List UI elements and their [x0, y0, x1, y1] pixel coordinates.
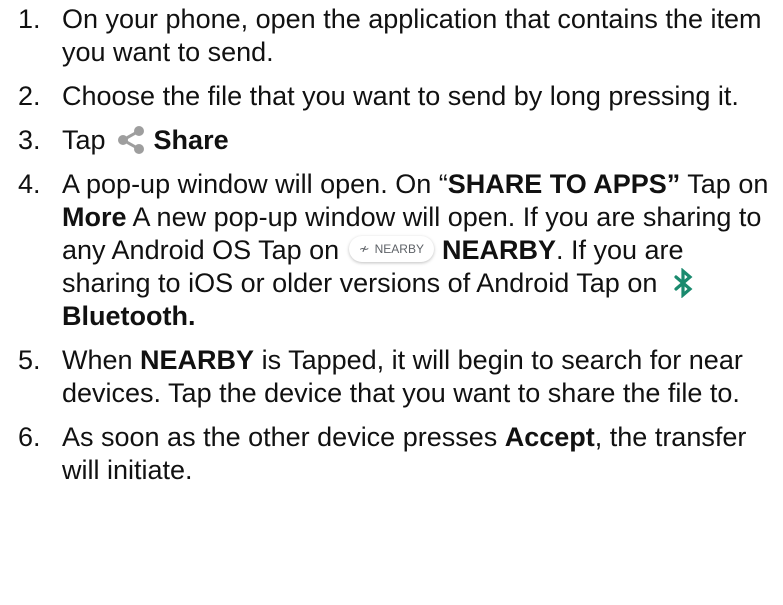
accept-label: Accept [504, 422, 595, 452]
step-number: 4. [18, 169, 41, 199]
bluetooth-icon [671, 267, 697, 299]
step-number: 6. [18, 422, 41, 452]
step-text-part: A pop-up window will open. On “ [62, 169, 448, 199]
step-text: Tap Share [62, 124, 773, 157]
step-3: 3. Tap Share [18, 124, 773, 157]
bluetooth-label: Bluetooth. [62, 301, 196, 331]
step-1: 1. On your phone, open the application t… [18, 3, 773, 69]
step-number: 5. [18, 345, 41, 375]
step-4: 4. A pop-up window will open. On “SHARE … [18, 168, 773, 333]
step-6: 6. As soon as the other device presses A… [18, 421, 773, 487]
share-label: Share [153, 125, 229, 155]
step-text-part: Tap [62, 125, 106, 155]
share-to-apps-label: SHARE TO APPS” [447, 169, 681, 199]
step-5: 5. When NEARBY is Tapped, it will begin … [18, 344, 773, 410]
nearby-label: NEARBY [441, 235, 556, 265]
nearby-chip-label: NEARBY [374, 241, 424, 256]
step-2: 2. Choose the file that you want to send… [18, 80, 773, 113]
step-text: As soon as the other device presses Acce… [62, 421, 773, 487]
step-text: On your phone, open the application that… [62, 4, 762, 67]
step-text: Choose the file that you want to send by… [62, 81, 739, 111]
step-text-part: As soon as the other device presses [62, 422, 505, 452]
instructions-document: 1. On your phone, open the application t… [0, 0, 783, 605]
more-label: More [62, 202, 127, 232]
step-text-part: When [62, 345, 141, 375]
step-text: A pop-up window will open. On “SHARE TO … [62, 168, 773, 333]
step-number: 3. [18, 125, 41, 155]
step-text: When NEARBY is Tapped, it will begin to … [62, 344, 773, 410]
step-number: 2. [18, 81, 41, 111]
nearby-icon: ≁ [358, 240, 370, 256]
step-number: 1. [18, 4, 41, 34]
nearby-chip: ≁ NEARBY [348, 235, 434, 262]
steps-list: 1. On your phone, open the application t… [18, 3, 773, 487]
nearby-label: NEARBY [140, 345, 255, 375]
share-icon [116, 125, 146, 155]
step-text-part: Tap on [680, 169, 769, 199]
